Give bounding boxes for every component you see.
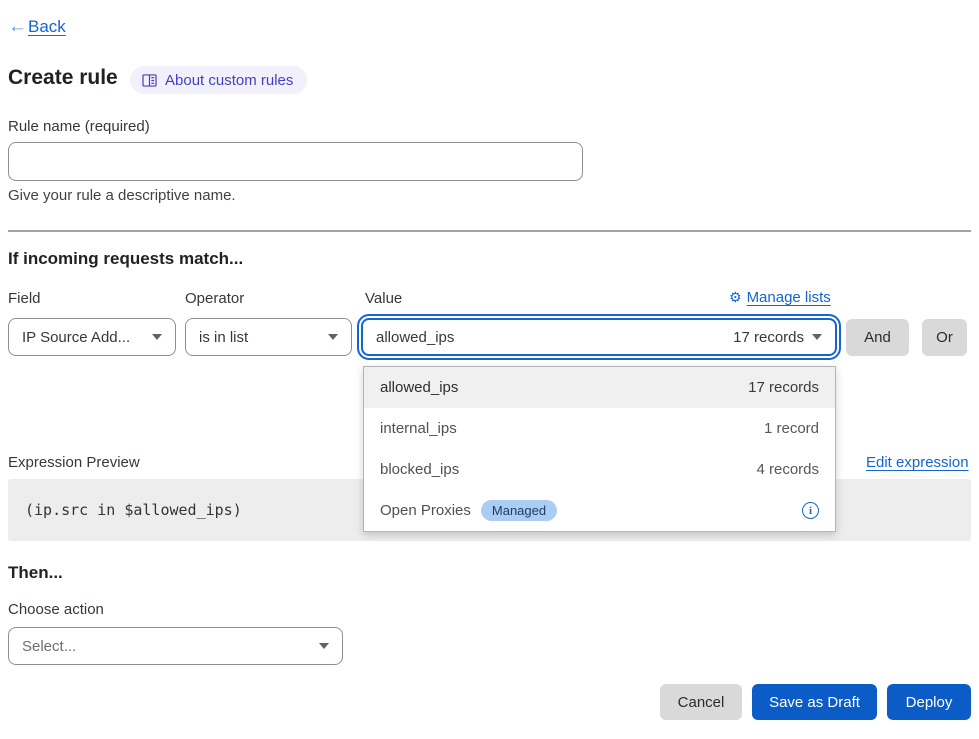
list-item-name: blocked_ips xyxy=(380,461,459,478)
manage-lists-link[interactable]: ⚙ Manage lists xyxy=(729,289,831,306)
list-item-internal-ips[interactable]: internal_ips 1 record xyxy=(364,408,835,449)
value-select[interactable]: allowed_ips 17 records xyxy=(361,318,837,356)
about-custom-rules-link[interactable]: About custom rules xyxy=(130,66,307,94)
match-heading: If incoming requests match... xyxy=(8,249,243,269)
expression-code: (ip.src in $allowed_ips) xyxy=(25,501,242,519)
back-label: Back xyxy=(28,17,66,37)
operator-label: Operator xyxy=(185,290,244,307)
action-select-placeholder: Select... xyxy=(22,638,76,655)
value-select-count: 17 records xyxy=(733,329,804,346)
rule-name-input[interactable] xyxy=(8,142,583,181)
back-arrow-icon: ← xyxy=(8,16,27,38)
footer-actions: Cancel Save as Draft Deploy xyxy=(660,684,971,720)
field-select-value: IP Source Add... xyxy=(22,329,130,346)
rule-name-helper: Give your rule a descriptive name. xyxy=(8,187,236,204)
operator-select-value: is in list xyxy=(199,329,248,346)
deploy-button[interactable]: Deploy xyxy=(887,684,971,720)
cancel-button[interactable]: Cancel xyxy=(660,684,742,720)
back-link[interactable]: ←Back xyxy=(8,16,66,38)
book-icon xyxy=(142,74,157,87)
list-item-blocked-ips[interactable]: blocked_ips 4 records xyxy=(364,449,835,490)
chevron-down-icon xyxy=(319,643,329,649)
edit-expression-link[interactable]: Edit expression xyxy=(866,454,969,471)
manage-lists-label: Manage lists xyxy=(747,289,831,306)
action-select[interactable]: Select... xyxy=(8,627,343,665)
list-item-name: allowed_ips xyxy=(380,379,458,396)
chevron-down-icon xyxy=(152,334,162,340)
gear-icon: ⚙ xyxy=(729,290,742,306)
value-select-value: allowed_ips xyxy=(376,329,454,346)
list-item-count: 17 records xyxy=(748,379,819,396)
expression-preview-label: Expression Preview xyxy=(8,454,140,471)
chevron-down-icon xyxy=(328,334,338,340)
rule-name-label: Rule name (required) xyxy=(8,118,150,135)
managed-badge: Managed xyxy=(481,500,557,521)
operator-select[interactable]: is in list xyxy=(185,318,352,356)
and-button[interactable]: And xyxy=(846,319,909,356)
page-title: Create rule xyxy=(8,66,118,90)
create-rule-page: ←Back Create rule About custom rules Rul… xyxy=(0,0,979,739)
chevron-down-icon xyxy=(812,334,822,340)
choose-action-label: Choose action xyxy=(8,601,104,618)
save-as-draft-button[interactable]: Save as Draft xyxy=(752,684,877,720)
info-icon[interactable]: i xyxy=(802,502,819,519)
field-select[interactable]: IP Source Add... xyxy=(8,318,176,356)
list-item-count: 4 records xyxy=(756,461,819,478)
list-item-open-proxies[interactable]: Open Proxies Managed i xyxy=(364,490,835,531)
section-divider xyxy=(8,230,971,232)
list-item-allowed-ips[interactable]: allowed_ips 17 records xyxy=(364,367,835,408)
list-item-name: Open Proxies xyxy=(380,502,471,519)
about-custom-rules-label: About custom rules xyxy=(165,72,293,89)
field-label: Field xyxy=(8,290,41,307)
list-dropdown: allowed_ips 17 records internal_ips 1 re… xyxy=(363,366,836,532)
then-heading: Then... xyxy=(8,563,63,583)
or-button[interactable]: Or xyxy=(922,319,967,356)
list-item-name: internal_ips xyxy=(380,420,457,437)
value-label: Value xyxy=(365,290,402,307)
list-item-count: 1 record xyxy=(764,420,819,437)
